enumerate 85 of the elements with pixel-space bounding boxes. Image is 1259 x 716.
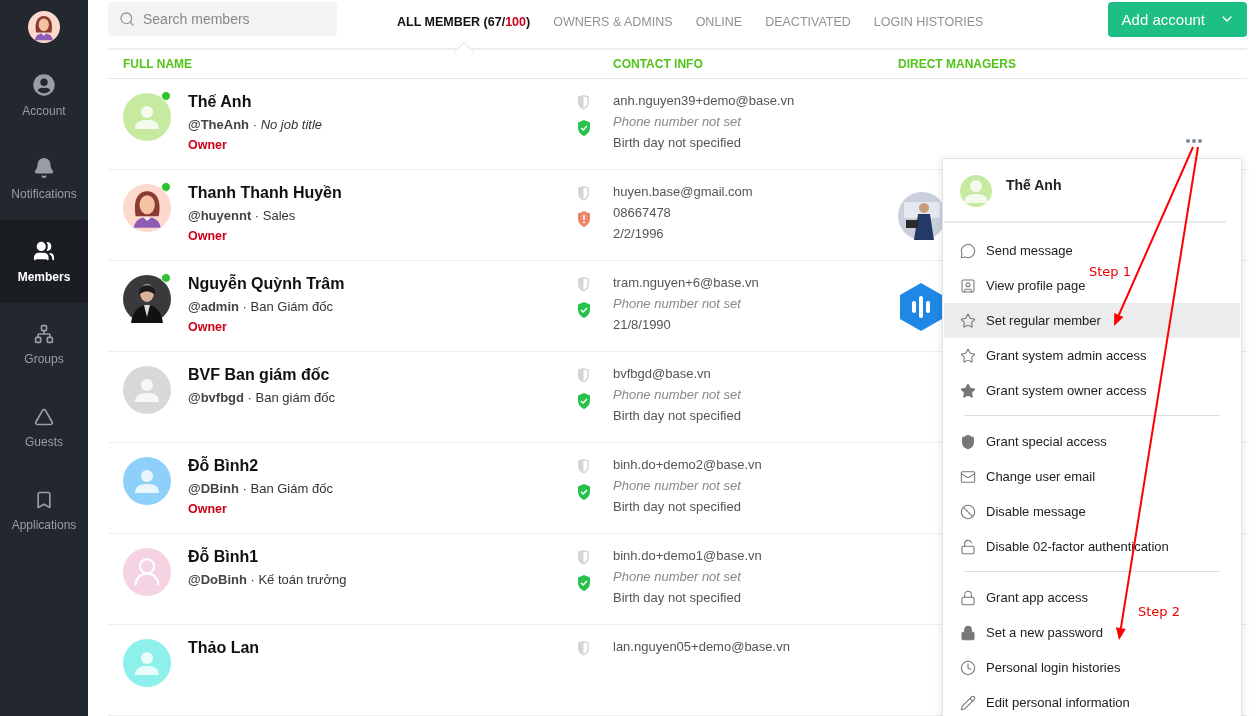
sidebar-item[interactable]: Guests <box>0 386 88 469</box>
clock-icon <box>960 659 976 676</box>
email: binh.do+demo2@base.vn <box>613 457 762 472</box>
profile-avatar[interactable] <box>28 11 60 43</box>
member-name: Thanh Thanh Huyền <box>188 184 342 202</box>
column-header: CONTACT INFO <box>613 57 704 72</box>
online-dot <box>161 273 171 283</box>
member-name: Đỗ Bình2 <box>188 457 259 475</box>
members-icon <box>33 239 55 262</box>
online-dot <box>161 182 171 192</box>
column-header: FULL NAME <box>123 57 194 72</box>
bookmark-icon <box>34 489 54 510</box>
birthday: Birth day not specified <box>613 408 741 423</box>
username-and-job-title: @DBinh · Ban Giám đốc <box>188 481 333 496</box>
shield-icon <box>577 186 590 201</box>
account-icon <box>33 73 55 96</box>
lock-icon <box>960 589 976 606</box>
person-icon <box>134 468 160 494</box>
role-label: Owner <box>188 229 227 243</box>
shield-icon <box>577 641 590 656</box>
shield-icon <box>577 459 590 474</box>
email: anh.nguyen39+demo@base.vn <box>613 93 795 108</box>
column-header: DIRECT MANAGERS <box>898 57 1017 72</box>
triangle-icon <box>34 406 54 427</box>
star-icon <box>960 382 976 399</box>
mail-icon <box>960 468 976 485</box>
username-and-job-title: @DoBinh · Kế toán trưởng <box>188 572 347 587</box>
sidebar-item[interactable]: Members <box>0 220 88 303</box>
birthday: Birth day not specified <box>613 135 741 150</box>
member-name: Đỗ Bình1 <box>188 548 259 566</box>
phone: Phone number not set <box>613 114 741 129</box>
sidebar-item[interactable]: Applications <box>0 469 88 552</box>
tab[interactable]: ALL MEMBER (67/100) <box>397 14 531 29</box>
star-icon <box>960 347 976 364</box>
sidebar-item[interactable]: Account <box>0 54 88 137</box>
search-icon <box>119 11 135 28</box>
shield-icon <box>960 433 976 450</box>
username-and-job-title: @bvfbgd · Ban giám đốc <box>188 390 336 405</box>
profile-card-icon <box>960 277 976 294</box>
email: lan.nguyen05+demo@base.vn <box>613 639 790 654</box>
online-dot <box>161 91 171 101</box>
more-button[interactable] <box>1186 137 1202 145</box>
menu-user-name: Thế Anh <box>1006 176 1062 195</box>
shield-icon <box>577 95 590 110</box>
menu-item[interactable]: Set regular member <box>944 303 1240 338</box>
member-name: BVF Ban giám đốc <box>188 366 330 384</box>
birthday: Birth day not specified <box>613 590 741 605</box>
pencil-icon <box>960 694 976 711</box>
shield-icon <box>577 550 590 565</box>
unlock-icon <box>960 538 976 555</box>
person-icon <box>134 104 160 130</box>
member-name: Nguyễn Quỳnh Trâm <box>188 275 345 293</box>
username-and-job-title: @admin · Ban Giám đốc <box>188 299 333 314</box>
phone: Phone number not set <box>613 296 741 311</box>
username-and-job-title: @huyennt · Sales <box>188 208 296 223</box>
lock-icon <box>960 624 976 641</box>
phone: 08667478 <box>613 205 671 220</box>
ban-icon <box>960 503 976 520</box>
birthday: Birth day not specified <box>613 499 741 514</box>
sidebar-item[interactable]: Groups <box>0 303 88 386</box>
birthday: 21/8/1990 <box>613 317 671 332</box>
person-icon <box>134 377 160 403</box>
search-field[interactable]: Search members <box>108 2 337 37</box>
shield-icon <box>577 368 590 383</box>
star-icon <box>960 312 976 329</box>
role-label: Owner <box>188 502 227 516</box>
member-name: Thảo Lan <box>188 639 260 657</box>
phone: Phone number not set <box>613 387 741 402</box>
chat-icon <box>960 242 976 259</box>
role-label: Owner <box>188 138 227 152</box>
member-name: Thế Anh <box>188 93 252 111</box>
groups-icon <box>34 323 54 344</box>
email: binh.do+demo1@base.vn <box>613 548 762 563</box>
shield-icon <box>577 277 590 292</box>
email: bvfbgd@base.vn <box>613 366 711 381</box>
username-and-job-title: @TheAnh · No job title <box>188 117 323 132</box>
birthday: 2/2/1996 <box>613 226 664 241</box>
phone: Phone number not set <box>613 569 741 584</box>
bell-icon <box>33 156 55 179</box>
sidebar-item[interactable]: Notifications <box>0 137 88 220</box>
role-label: Owner <box>188 320 227 334</box>
phone: Phone number not set <box>613 478 741 493</box>
email: tram.nguyen+6@base.vn <box>613 275 759 290</box>
email: huyen.base@gmail.com <box>613 184 753 199</box>
person-icon <box>134 650 160 676</box>
